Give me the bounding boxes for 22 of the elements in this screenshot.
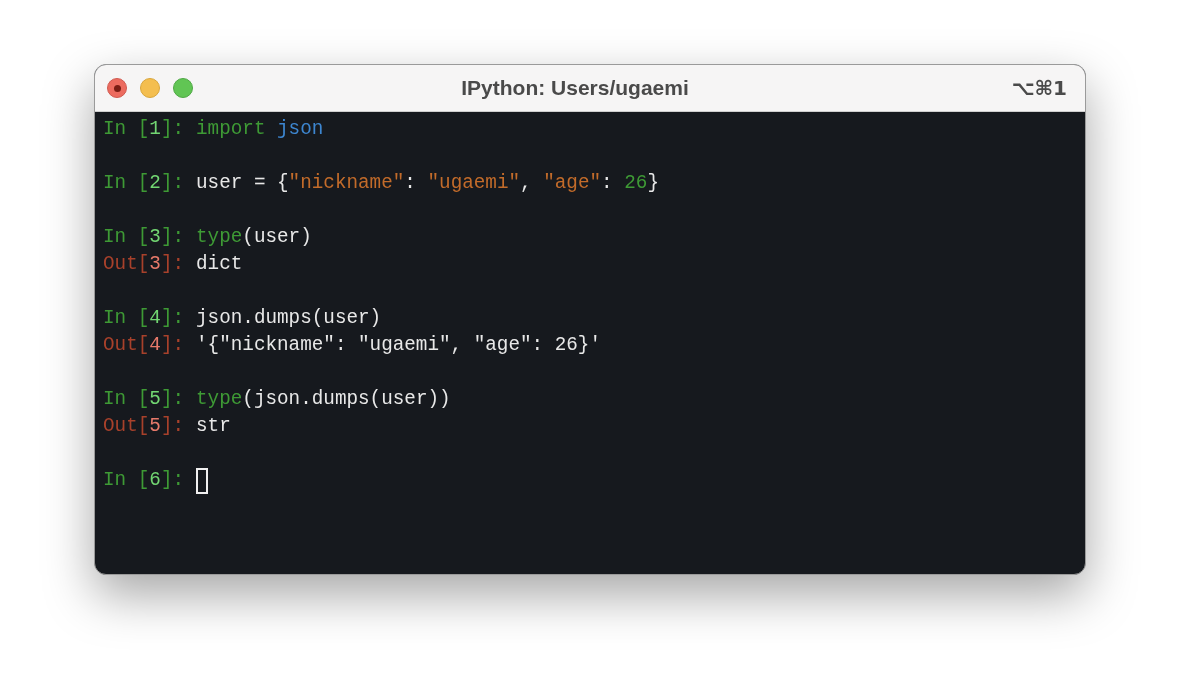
prompt: In [5]: bbox=[103, 387, 185, 413]
code-line: type(user) bbox=[196, 225, 312, 251]
prompt: In [1]: bbox=[103, 117, 185, 143]
prompt: In [4]: bbox=[103, 306, 185, 332]
code-line: dict bbox=[196, 252, 243, 278]
shortcut-label: ⌥⌘1 bbox=[1010, 75, 1068, 102]
code-line: json.dumps(user) bbox=[196, 306, 382, 332]
code-line: '{"nickname": "ugaemi", "age": 26}' bbox=[196, 333, 601, 359]
prompt: In [6]: bbox=[103, 468, 185, 494]
window-title: IPython: Users/ugaemi bbox=[461, 75, 689, 102]
prompt: Out[4]: bbox=[103, 333, 185, 359]
code-line: user = {"nickname": "ugaemi", "age": 26} bbox=[196, 171, 659, 197]
prompt: Out[3]: bbox=[103, 252, 185, 278]
zoom-button[interactable] bbox=[173, 78, 193, 98]
close-button[interactable] bbox=[107, 78, 127, 98]
minimize-button[interactable] bbox=[140, 78, 160, 98]
prompt: In [3]: bbox=[103, 225, 185, 251]
prompt: Out[5]: bbox=[103, 414, 185, 440]
code-line: str bbox=[196, 414, 231, 440]
code-line: type(json.dumps(user)) bbox=[196, 387, 451, 413]
prompt: In [2]: bbox=[103, 171, 185, 197]
code-line: import json bbox=[196, 117, 324, 143]
